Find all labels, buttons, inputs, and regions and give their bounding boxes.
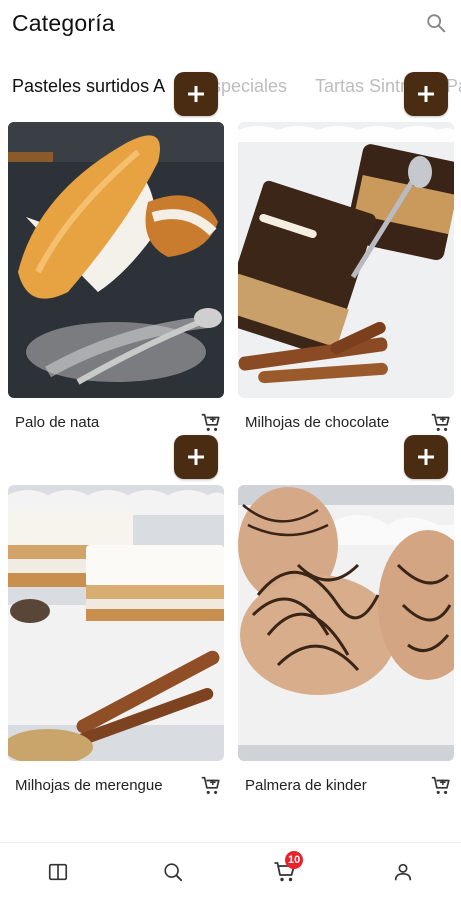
nav-search[interactable]: [160, 859, 186, 885]
tab-pasteles-surtidos[interactable]: Pasteles surtidos A: [12, 76, 165, 97]
cart-add-button[interactable]: [200, 775, 222, 797]
cart-count-badge: 10: [285, 851, 304, 869]
cart-add-button[interactable]: [200, 412, 222, 434]
nav-catalog[interactable]: [45, 859, 71, 885]
nav-profile[interactable]: [390, 859, 416, 885]
search-button[interactable]: [423, 10, 449, 36]
cart-plus-icon: [201, 776, 220, 794]
bottom-nav: 10: [0, 842, 461, 900]
product-image[interactable]: [238, 485, 454, 761]
cart-plus-icon: [431, 776, 450, 794]
tab-tartas-sintro[interactable]: Tartas Sintro: [315, 76, 416, 97]
add-to-cart-button[interactable]: [404, 435, 448, 479]
app-header: Categoría: [0, 0, 461, 56]
add-to-cart-button[interactable]: [174, 435, 218, 479]
cart-plus-icon: [431, 413, 450, 431]
search-icon: [164, 863, 183, 882]
cart-add-button[interactable]: [430, 412, 452, 434]
add-to-cart-button[interactable]: [174, 72, 218, 116]
product-name: Palo de nata: [15, 414, 100, 431]
menu-book-icon: [48, 863, 68, 881]
add-to-cart-button[interactable]: [404, 72, 448, 116]
search-icon: [427, 14, 446, 33]
product-image[interactable]: [238, 122, 454, 398]
page-title: Categoría: [12, 10, 115, 36]
product-name: Palmera de kinder: [245, 777, 367, 794]
plus-icon: [188, 449, 204, 465]
plus-icon: [418, 449, 434, 465]
tab-more[interactable]: Pa: [446, 76, 461, 97]
category-tabs: Pasteles surtidos A Especiales Tartas Si…: [0, 64, 461, 110]
product-image[interactable]: [8, 122, 224, 398]
product-name: Milhojas de merengue: [15, 777, 163, 794]
plus-icon: [418, 86, 434, 102]
product-name: Milhojas de chocolate: [245, 414, 390, 431]
cart-plus-icon: [201, 413, 220, 431]
profile-icon: [394, 863, 412, 881]
cart-add-button[interactable]: [430, 775, 452, 797]
product-image[interactable]: [8, 485, 224, 761]
plus-icon: [188, 86, 204, 102]
